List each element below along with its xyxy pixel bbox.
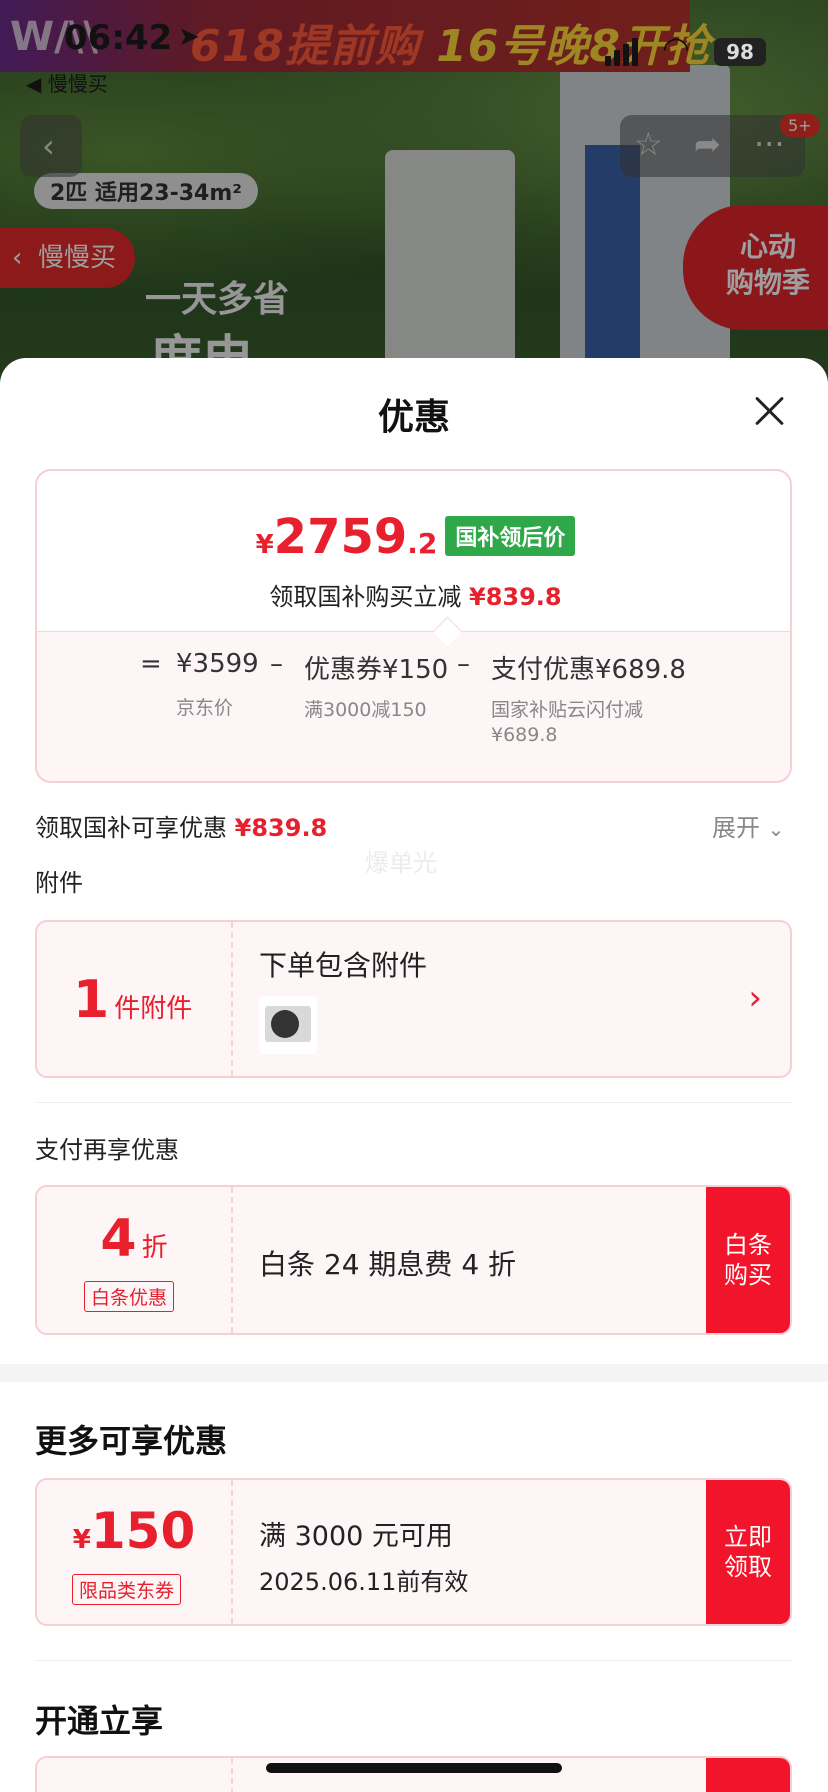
status-bar: 06:42 ➤ ◀ 慢慢买 ◠ 98 — [0, 0, 828, 96]
home-indicator[interactable] — [266, 1763, 562, 1773]
battery-icon: 98 — [714, 38, 766, 66]
subsidy-row: 领取国补可享优惠 ¥839.8 — [35, 814, 328, 842]
signal-icon — [605, 32, 639, 66]
chevron-right-icon: › — [748, 978, 762, 1018]
wifi-icon: ◠ — [662, 29, 690, 67]
accessory-count: 1 件附件 — [73, 970, 193, 1030]
watermark: 爆单光 — [365, 849, 437, 877]
calc-equals: = — [140, 649, 162, 679]
payment-discount-value: 4 折 — [100, 1209, 168, 1269]
accessory-title: 下单包含附件 — [259, 949, 428, 982]
chevron-down-icon: ⌄ — [767, 817, 785, 841]
status-time: 06:42 — [64, 18, 173, 58]
coupon-condition: 满 3000 元可用 — [259, 1521, 453, 1552]
claim-coupon-button[interactable]: 立即 领取 — [706, 1480, 790, 1624]
coupon-value: ¥150 — [72, 1502, 196, 1560]
coupon-label: 满3000减150 — [304, 699, 427, 721]
payment-discount-desc: 白条 24 期息费 4 折 — [259, 1248, 517, 1281]
coupon-amount: 优惠券¥150 — [304, 655, 449, 685]
payment-section-label: 支付再享优惠 — [35, 1136, 179, 1164]
jd-price: ¥3599 — [176, 649, 259, 679]
payment-discount-card: 4 折 白条优惠 白条 24 期息费 4 折 白条 购买 — [35, 1185, 792, 1335]
sheet-title: 优惠 — [377, 397, 450, 438]
location-icon: ➤ — [178, 22, 200, 52]
close-icon[interactable] — [752, 394, 786, 428]
calc-minus: – — [457, 649, 470, 679]
price-tag: 国补领后价 — [445, 516, 576, 556]
membership-card[interactable] — [35, 1756, 792, 1792]
pay-discount-amount: 支付优惠¥689.8 — [491, 655, 686, 685]
coupon-expiry: 2025.06.11前有效 — [259, 1568, 469, 1596]
expand-button[interactable]: 展开 ⌄ — [712, 808, 784, 843]
more-discounts-title: 更多可享优惠 — [35, 1422, 228, 1460]
accessory-card[interactable]: 1 件附件 下单包含附件 › — [35, 920, 792, 1078]
baitiao-tag: 白条优惠 — [84, 1281, 175, 1312]
discount-sheet: 优惠 ¥2759.2 国补领后价 领取国补购买立减 ¥839.8 = ¥3599 … — [0, 358, 828, 1792]
open-membership-title: 开通立享 — [35, 1702, 164, 1740]
coupon-card: ¥150 限品类东券 满 3000 元可用 2025.06.11前有效 立即 领取 — [35, 1478, 792, 1626]
coupon-type-tag: 限品类东券 — [72, 1574, 182, 1605]
saving-line: 领取国补购买立减 ¥839.8 — [269, 583, 562, 611]
price-summary-card: ¥2759.2 国补领后价 领取国补购买立减 ¥839.8 = ¥3599 – 优… — [35, 469, 792, 783]
calc-minus: – — [270, 649, 283, 679]
accessory-section-label: 附件 — [35, 869, 83, 897]
jd-price-label: 京东价 — [176, 697, 234, 719]
accessory-thumbnail — [259, 996, 317, 1054]
baitiao-buy-button[interactable]: 白条 购买 — [706, 1187, 790, 1333]
pay-discount-label: 国家补贴云闪付减 ¥689.8 — [491, 699, 644, 746]
final-price: ¥2759.2 国补领后价 — [37, 509, 790, 565]
status-back-to-app[interactable]: ◀ 慢慢买 — [26, 68, 108, 97]
